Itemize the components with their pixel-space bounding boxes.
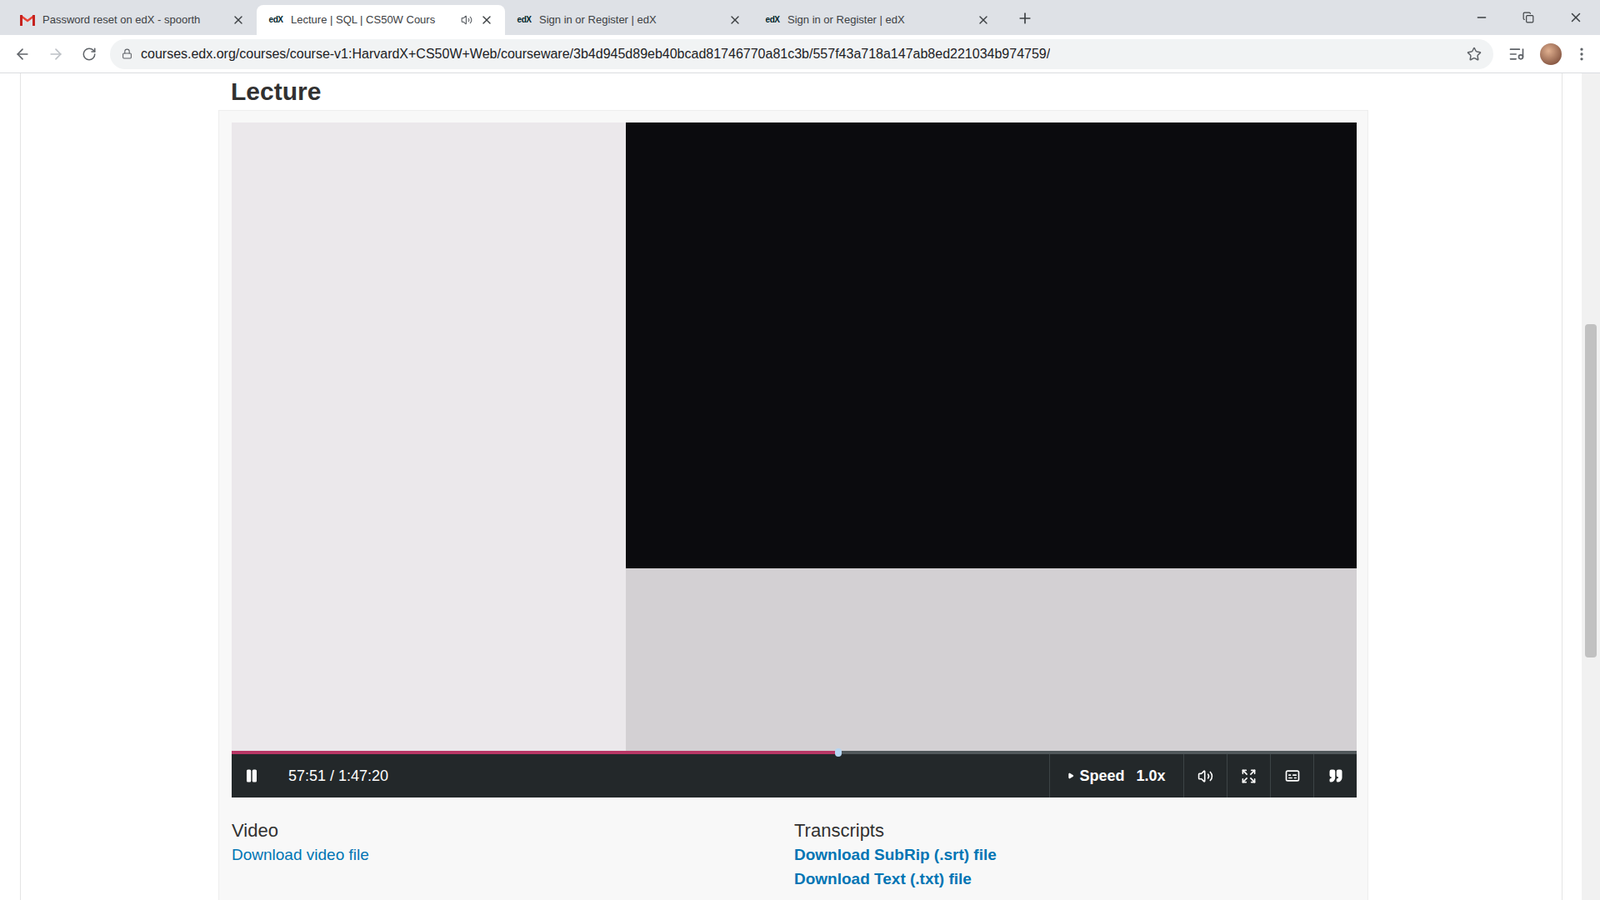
- profile-avatar[interactable]: [1540, 43, 1562, 65]
- video-panel: 57:51 / 1:47:20 Speed1.0x VideoDownload vi…: [218, 110, 1369, 900]
- restore-button[interactable]: [1505, 0, 1552, 35]
- volume-button[interactable]: [1183, 754, 1227, 798]
- back-button[interactable]: [10, 41, 35, 67]
- restore-icon: [1522, 11, 1535, 24]
- close-icon: [1568, 10, 1584, 25]
- browser-tab[interactable]: Password reset on edX - spoorth: [8, 5, 257, 35]
- plus-icon: [1016, 10, 1034, 27]
- pause-icon: [244, 768, 260, 784]
- tab-strip: Password reset on edX - spoorthedXLectur…: [0, 0, 1600, 35]
- speed-expand-icon: [1067, 772, 1075, 780]
- scrollbar[interactable]: [1581, 73, 1600, 900]
- bookmark-star-icon[interactable]: [1466, 46, 1482, 62]
- close-tab-icon[interactable]: [728, 13, 742, 27]
- captions-button[interactable]: [1270, 754, 1314, 798]
- menu-icon[interactable]: [1573, 45, 1590, 63]
- quote-icon: [1328, 768, 1344, 784]
- back-icon: [14, 45, 31, 63]
- play-pause-button[interactable]: [231, 754, 272, 798]
- page-content: Lecture 57:51 / 1:47:20 Speed1.0x VideoDown…: [0, 73, 1582, 900]
- minimize-icon: [1475, 10, 1489, 25]
- toolbar: courses.edx.org/courses/course-v1:Harvar…: [0, 35, 1600, 74]
- audio-playing-icon[interactable]: [460, 14, 473, 26]
- forward-button[interactable]: [43, 41, 69, 67]
- omnibox[interactable]: courses.edx.org/courses/course-v1:Harvar…: [110, 39, 1494, 70]
- close-tab-icon[interactable]: [231, 13, 245, 27]
- edx-icon: edX: [765, 15, 780, 25]
- close-tab-icon[interactable]: [976, 13, 990, 27]
- new-tab-button[interactable]: [1013, 6, 1037, 30]
- gmail-icon: [20, 14, 35, 26]
- media-controls-icon[interactable]: [1508, 45, 1525, 63]
- edx-icon: edX: [269, 15, 284, 25]
- close-tab-icon[interactable]: [480, 13, 494, 27]
- reload-button[interactable]: [76, 41, 102, 67]
- minimize-button[interactable]: [1458, 0, 1505, 35]
- video-frame[interactable]: [231, 122, 1357, 751]
- browser-tab[interactable]: edXLecture | SQL | CS50W Cours: [256, 5, 505, 35]
- download-link[interactable]: Download video file: [231, 842, 795, 867]
- time-display: 57:51 / 1:47:20: [288, 765, 389, 788]
- reload-icon: [81, 46, 97, 62]
- speed-button[interactable]: Speed1.0x: [1049, 754, 1184, 798]
- download-section: TranscriptsDownload SubRip (.srt) fileDo…: [794, 819, 1357, 891]
- lecture-heading: Lecture: [218, 76, 1369, 107]
- volume-icon: [1197, 768, 1214, 785]
- fullscreen-button[interactable]: [1226, 754, 1270, 798]
- edx-icon: edX: [517, 15, 532, 25]
- browser-tab[interactable]: edXSign in or Register | edX: [753, 5, 1002, 35]
- lock-icon: [121, 48, 133, 60]
- close-button[interactable]: [1551, 0, 1600, 35]
- progress-bar[interactable]: [231, 750, 1357, 755]
- browser-tab[interactable]: edXSign in or Register | edX: [505, 5, 754, 35]
- download-section: VideoDownload video file: [231, 819, 795, 891]
- fullscreen-icon: [1240, 768, 1257, 785]
- download-link[interactable]: Download Text (.txt) file: [794, 866, 1357, 891]
- download-link[interactable]: Download SubRip (.srt) file: [794, 842, 1357, 867]
- captions-icon: [1284, 767, 1301, 785]
- video-controls: 57:51 / 1:47:20 Speed1.0x: [231, 750, 1357, 798]
- forward-icon: [47, 45, 65, 63]
- transcript-button[interactable]: [1313, 754, 1357, 798]
